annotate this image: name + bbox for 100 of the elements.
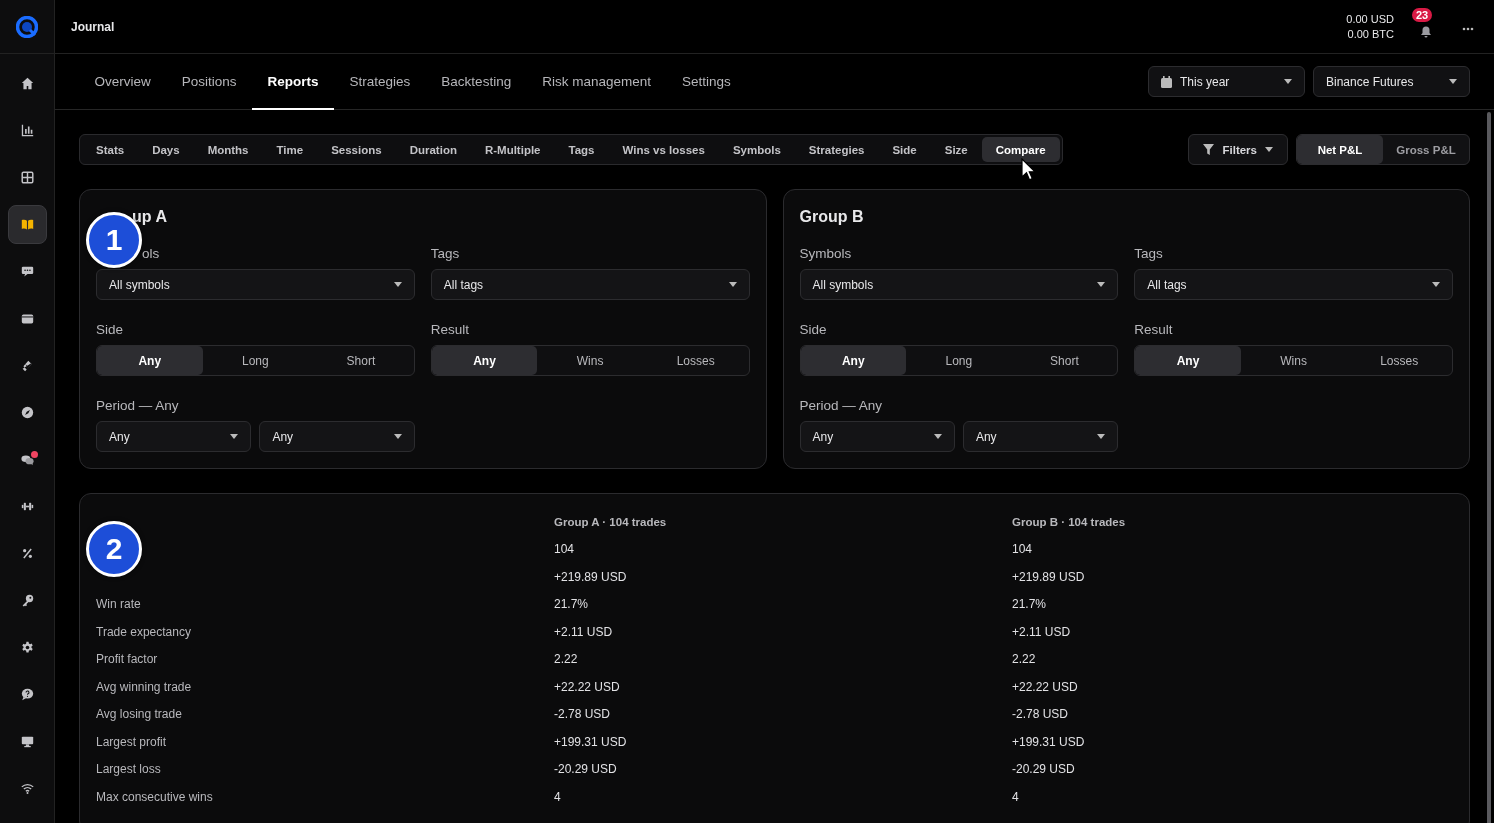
bell-icon xyxy=(1420,25,1432,38)
field-label: Side xyxy=(96,322,124,337)
symbols-select[interactable]: All symbols xyxy=(799,269,1119,300)
caret-icon xyxy=(1449,79,1457,84)
report-tab[interactable]: Stats xyxy=(82,137,139,162)
metric-value: 104 xyxy=(554,542,576,557)
period-start-select[interactable]: Any xyxy=(96,421,252,452)
segment-option[interactable]: Short xyxy=(308,346,414,375)
nav-tab[interactable]: Positions xyxy=(166,54,253,110)
metric-label: Avg losing trade xyxy=(96,707,183,722)
filter-icon xyxy=(1203,144,1215,155)
report-tab[interactable]: Tags xyxy=(554,137,609,162)
group-title: up A xyxy=(132,208,167,225)
chat-bubbles-icon xyxy=(20,453,34,466)
metric-value: +199.31 USD xyxy=(554,734,628,749)
wallet-icon xyxy=(20,312,34,325)
group-title: Group B xyxy=(799,208,864,225)
caret-icon xyxy=(933,434,942,439)
segment-option[interactable]: Short xyxy=(1011,346,1118,375)
field-label: ols xyxy=(142,246,160,261)
caret-icon xyxy=(728,282,737,287)
caret-icon xyxy=(1284,79,1292,84)
metric-label: Max consecutive wins xyxy=(96,789,214,804)
metric-value: +22.22 USD xyxy=(1012,679,1079,694)
report-tab[interactable]: Months xyxy=(193,137,263,162)
report-tab[interactable]: Sessions xyxy=(317,137,396,162)
segment-option[interactable]: Wins xyxy=(537,346,643,375)
segment-option[interactable]: Any xyxy=(97,346,203,375)
house-icon xyxy=(20,77,34,90)
report-tab[interactable]: Duration xyxy=(395,137,471,162)
nav-tab[interactable]: Reports xyxy=(252,54,335,110)
metric-value: +199.31 USD xyxy=(1012,734,1086,749)
report-tab[interactable]: Strategies xyxy=(794,137,879,162)
metric-value: +22.22 USD xyxy=(554,679,621,694)
report-tab[interactable]: Time xyxy=(262,137,318,162)
nav-tab[interactable]: Backtesting xyxy=(425,54,527,110)
segment-option[interactable]: Long xyxy=(906,346,1012,375)
tags-select[interactable]: All tags xyxy=(430,269,750,300)
metric-label: Avg winning trade xyxy=(96,679,193,694)
date-range-select[interactable]: This year xyxy=(1148,66,1305,97)
bar-chart-icon xyxy=(20,124,34,137)
caret-icon xyxy=(393,282,402,287)
report-tab[interactable]: Days xyxy=(138,137,194,162)
metric-value: 104 xyxy=(1012,542,1034,557)
dumbbell-icon xyxy=(20,500,34,513)
calendar-icon xyxy=(1161,75,1172,88)
segment-option[interactable]: Any xyxy=(1135,346,1241,375)
logo-icon xyxy=(16,15,38,38)
field-label: Result xyxy=(1134,322,1173,337)
compass-icon xyxy=(20,406,34,419)
metric-value: 21.7% xyxy=(554,597,590,612)
period-end-select[interactable]: Any xyxy=(259,421,415,452)
symbols-select[interactable]: All symbols xyxy=(96,269,415,300)
segment-option[interactable]: Any xyxy=(431,346,538,375)
report-tab[interactable]: Side xyxy=(878,137,931,162)
notification-count: 23 xyxy=(1412,7,1433,22)
settings-icon xyxy=(20,641,34,654)
metric-value: +2.11 USD xyxy=(554,624,614,639)
more-icon xyxy=(1462,27,1474,31)
metric-label: Trade expectancy xyxy=(96,624,192,639)
period-end-select[interactable]: Any xyxy=(962,421,1119,452)
segment-option[interactable]: Losses xyxy=(1346,346,1452,375)
report-tab[interactable]: Symbols xyxy=(718,137,795,162)
segment-option[interactable]: Long xyxy=(202,346,309,375)
metric-value: -2.78 USD xyxy=(554,707,612,722)
tags-select[interactable]: All tags xyxy=(1134,269,1453,300)
segment-option[interactable]: Wins xyxy=(1240,346,1347,375)
nav-tab[interactable]: Settings xyxy=(666,54,747,110)
book-icon xyxy=(20,218,34,231)
metric-value: 4 xyxy=(1012,789,1020,804)
period-start-select[interactable]: Any xyxy=(799,421,955,452)
caret-icon xyxy=(1265,147,1273,152)
account-select[interactable]: Binance Futures xyxy=(1313,66,1470,97)
field-label: Side xyxy=(799,322,827,337)
segment-option[interactable]: Losses xyxy=(642,346,749,375)
report-tab[interactable]: Compare xyxy=(981,137,1060,162)
nav-tab[interactable]: Strategies xyxy=(334,54,426,110)
field-label: Result xyxy=(430,322,469,337)
balance-text: 0.00 USD xyxy=(1346,11,1394,27)
metric-value: -20.29 USD xyxy=(1012,762,1076,777)
nav-tab[interactable]: Risk management xyxy=(526,54,667,110)
caret-icon xyxy=(1097,434,1106,439)
field-label: Tags xyxy=(1134,246,1163,261)
pnl-toggle-option[interactable]: Net P&L xyxy=(1297,135,1383,164)
caret-icon xyxy=(393,434,402,439)
report-tab[interactable]: Size xyxy=(930,137,982,162)
segment-option[interactable]: Any xyxy=(800,346,907,375)
caret-icon xyxy=(1432,282,1440,287)
nav-tab[interactable]: Overview xyxy=(79,54,167,110)
metric-value: 4 xyxy=(554,789,562,804)
sidebar-item[interactable] xyxy=(7,205,47,244)
chat-screen-icon xyxy=(20,265,34,278)
field-label: Symbols xyxy=(799,246,852,261)
caret-icon xyxy=(1097,282,1106,287)
filters-button[interactable]: Filters xyxy=(1188,134,1288,165)
field-label: Period — Any xyxy=(799,398,883,413)
report-tab[interactable]: Wins vs losses xyxy=(608,137,719,162)
pnl-toggle-option[interactable]: Gross P&L xyxy=(1383,135,1469,164)
page-title: Journal xyxy=(71,19,116,34)
report-tab[interactable]: R-Multiple xyxy=(470,137,555,162)
